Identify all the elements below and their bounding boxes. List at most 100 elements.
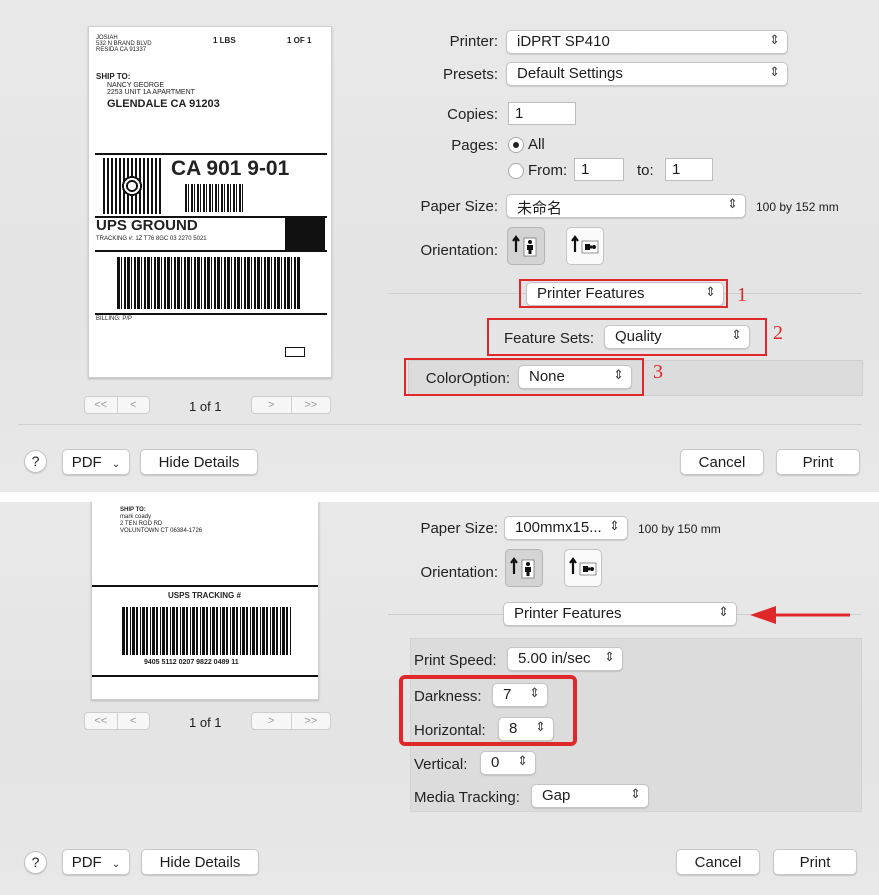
footer-divider <box>18 424 862 425</box>
red-arrow-icon <box>750 606 850 624</box>
ship-to-label: SHIP TO: <box>96 72 131 81</box>
printer-select[interactable]: iDPRT SP410 ⇕ <box>506 30 788 54</box>
tracking-barcode <box>122 607 292 655</box>
ship-to-line: NANCY GEORGE <box>107 82 165 89</box>
printer-label: Printer: <box>449 33 498 50</box>
ship-to-city: GLENDALE CA 91203 <box>107 98 220 110</box>
billing-text: BILLING: P/P <box>96 316 133 322</box>
cancel-button[interactable]: Cancel <box>676 849 760 875</box>
vertical-label: Vertical: <box>414 756 468 773</box>
help-button[interactable]: ? <box>24 851 47 874</box>
updown-icon: ⇕ <box>769 33 780 48</box>
copies-field[interactable]: 1 <box>508 102 576 125</box>
service-name: UPS GROUND <box>96 217 198 234</box>
ship-to-line: 2253 UNIT 1A APARTMENT <box>107 89 195 96</box>
hide-details-button[interactable]: Hide Details <box>141 849 259 875</box>
portrait-orientation-button[interactable] <box>505 549 543 587</box>
paper-size-select[interactable]: 未命名 ⇕ <box>506 194 746 218</box>
ship-to-line: mark coady <box>120 514 152 520</box>
page-counter: 1 of 1 <box>189 715 222 730</box>
cancel-button[interactable]: Cancel <box>680 449 764 475</box>
portrait-icon <box>510 557 535 579</box>
pages-label: Pages: <box>451 137 498 154</box>
ship-to-line: 2 TEN ROD RD <box>120 521 163 527</box>
section-select[interactable]: Printer Features ⇕ <box>503 602 737 626</box>
weight-text: 1 LBS <box>213 36 236 45</box>
route-code: CA 901 9-01 <box>171 157 290 180</box>
updown-icon: ⇕ <box>769 65 780 80</box>
maxicode <box>103 158 161 214</box>
preview-back-buttons[interactable]: << < <box>84 712 150 730</box>
pages-to-label: to: <box>637 162 654 179</box>
pdf-menu-button[interactable]: PDF ⌄ <box>62 849 130 875</box>
print-speed-label: Print Speed: <box>414 652 497 669</box>
pdf-menu-button[interactable]: PDF ⌄ <box>62 449 130 475</box>
paper-size-dimensions: 100 by 150 mm <box>638 522 721 536</box>
updown-icon: ⇕ <box>727 197 738 212</box>
print-speed-value: 5.00 in/sec <box>518 650 591 667</box>
print-button[interactable]: Print <box>776 449 860 475</box>
updown-icon: ⇕ <box>517 754 528 769</box>
print-button[interactable]: Print <box>773 849 857 875</box>
annotation-number: 1 <box>737 284 747 306</box>
annotation-number: 2 <box>773 322 783 344</box>
highlight-box-1 <box>519 279 728 308</box>
route-barcode <box>185 184 243 212</box>
highlight-box <box>399 675 577 746</box>
pages-from-label: From: <box>528 162 568 179</box>
hide-details-button[interactable]: Hide Details <box>140 449 258 475</box>
highlight-box-3 <box>404 358 644 396</box>
paper-size-label: Paper Size: <box>420 198 498 215</box>
landscape-orientation-button[interactable] <box>564 549 602 587</box>
vertical-value: 0 <box>491 754 500 771</box>
updown-icon: ⇕ <box>609 519 620 534</box>
orientation-label: Orientation: <box>420 564 498 581</box>
vertical-select[interactable]: 0 ⇕ <box>480 751 536 775</box>
service-block <box>285 217 325 250</box>
pages-to-field[interactable]: 1 <box>665 158 713 181</box>
paper-size-dimensions: 100 by 152 mm <box>756 200 839 214</box>
presets-select[interactable]: Default Settings ⇕ <box>506 62 788 86</box>
print-dialog-top: JOSIAH 532 N BRAND BLVD RESIDA CA 91337 … <box>0 0 879 492</box>
paper-size-value: 100mmx15... <box>515 519 602 536</box>
orientation-label: Orientation: <box>420 242 498 259</box>
presets-value: Default Settings <box>517 65 623 82</box>
paper-size-label: Paper Size: <box>420 520 498 537</box>
presets-label: Presets: <box>442 66 498 83</box>
package-count: 1 OF 1 <box>287 36 312 45</box>
pages-range-radio[interactable] <box>508 163 524 179</box>
printer-value: iDPRT SP410 <box>517 33 610 50</box>
pdf-label: PDF <box>71 454 102 471</box>
media-tracking-select[interactable]: Gap ⇕ <box>531 784 649 808</box>
ship-from-line: RESIDA CA 91337 <box>96 47 147 53</box>
tracking-title: USPS TRACKING # <box>168 591 241 600</box>
print-speed-select[interactable]: 5.00 in/sec ⇕ <box>507 647 623 671</box>
ship-to-line: VOLUNTOWN CT 06384-1726 <box>120 528 203 534</box>
landscape-icon <box>569 557 597 576</box>
copies-label: Copies: <box>447 106 498 123</box>
label-preview: JOSIAH 532 N BRAND BLVD RESIDA CA 91337 … <box>88 26 332 378</box>
pages-from-field[interactable]: 1 <box>574 158 624 181</box>
paper-size-value: 未命名 <box>517 200 563 217</box>
highlight-box-2 <box>487 318 767 356</box>
chevron-down-icon: ⌄ <box>111 859 121 870</box>
paper-size-select[interactable]: 100mmx15... ⇕ <box>504 516 628 540</box>
landscape-orientation-button[interactable] <box>566 227 604 265</box>
pages-all-radio[interactable] <box>508 137 524 153</box>
preview-forward-buttons[interactable]: > >> <box>251 712 331 730</box>
updown-icon: ⇕ <box>630 787 641 802</box>
updown-icon: ⇕ <box>718 605 729 620</box>
annotation-number: 3 <box>653 361 663 383</box>
updown-icon: ⇕ <box>604 650 615 665</box>
portrait-icon <box>512 235 537 257</box>
media-tracking-value: Gap <box>542 787 571 804</box>
preview-forward-buttons[interactable]: > >> <box>251 396 331 414</box>
ups-logo-icon <box>285 347 305 357</box>
tracking-barcode <box>117 257 301 309</box>
portrait-orientation-button[interactable] <box>507 227 545 265</box>
help-button[interactable]: ? <box>24 450 47 473</box>
pages-all-label: All <box>528 136 545 153</box>
ship-to-label: SHIP TO: <box>120 507 146 513</box>
preview-back-buttons[interactable]: << < <box>84 396 150 414</box>
pdf-label: PDF <box>71 854 102 871</box>
